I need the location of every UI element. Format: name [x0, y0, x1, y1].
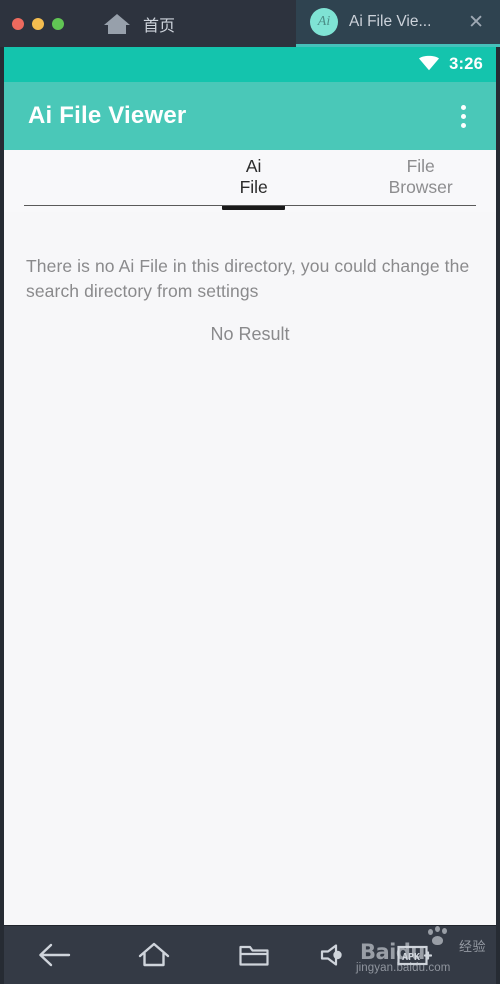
tab-ai-file[interactable]: Ai File: [222, 156, 286, 212]
empty-state-message: There is no Ai File in this directory, y…: [26, 256, 470, 301]
content-area: There is no Ai File in this directory, y…: [4, 212, 496, 925]
screenshot-root: 首页 Ai Ai File Vie... ✕ 3:26 Ai File View…: [0, 0, 500, 984]
tab-file-browser-label: File Browser: [388, 156, 453, 197]
browser-tab-home-label: 首页: [143, 17, 176, 35]
no-result-label: No Result: [210, 324, 290, 344]
browser-chrome: 首页 Ai Ai File Vie... ✕: [0, 0, 500, 47]
nav-folder-button[interactable]: [214, 926, 294, 984]
phone-viewport: 3:26 Ai File Viewer Ai File File Browser…: [0, 47, 500, 984]
tab-bar: Ai File File Browser: [4, 150, 496, 212]
window-close-button[interactable]: [12, 17, 24, 30]
more-vert-icon[interactable]: [448, 96, 478, 136]
window-maximize-button[interactable]: [52, 17, 64, 30]
browser-tab-ai-file-viewer[interactable]: Ai Ai File Vie... ✕: [296, 0, 500, 47]
folder-icon: [238, 942, 270, 968]
speaker-icon: [318, 942, 350, 968]
back-arrow-icon: [37, 942, 71, 968]
home-icon: [102, 11, 132, 37]
browser-tab-ai-file-viewer-label: Ai File Vie...: [349, 13, 432, 30]
window-minimize-button[interactable]: [32, 17, 44, 30]
wifi-icon: [418, 54, 440, 76]
nav-home-button[interactable]: [104, 926, 204, 984]
app-icon-ai: Ai: [310, 8, 338, 36]
android-status-bar: 3:26: [4, 47, 496, 82]
app-bar: Ai File Viewer: [4, 82, 496, 150]
browser-tab-home[interactable]: 首页: [78, 0, 191, 47]
window-controls: [0, 0, 78, 47]
tab-ai-file-label: Ai File: [239, 156, 268, 197]
nav-volume-button[interactable]: [294, 926, 374, 984]
watermark-cn-label: 经验: [458, 939, 486, 954]
svg-text:APK: APK: [402, 952, 420, 963]
nav-apk-button[interactable]: APK: [374, 926, 454, 984]
apk-plus-icon: APK: [396, 942, 432, 968]
home-outline-icon: [137, 941, 171, 969]
android-nav-bar: APK Baidu 经验 jingyan.baidu.com: [4, 925, 496, 984]
page-title: Ai File Viewer: [28, 102, 187, 129]
tab-file-browser[interactable]: File Browser: [365, 156, 476, 212]
status-bar-clock: 3:26: [449, 55, 483, 73]
close-icon[interactable]: ✕: [466, 12, 486, 32]
nav-back-button[interactable]: [4, 926, 104, 984]
